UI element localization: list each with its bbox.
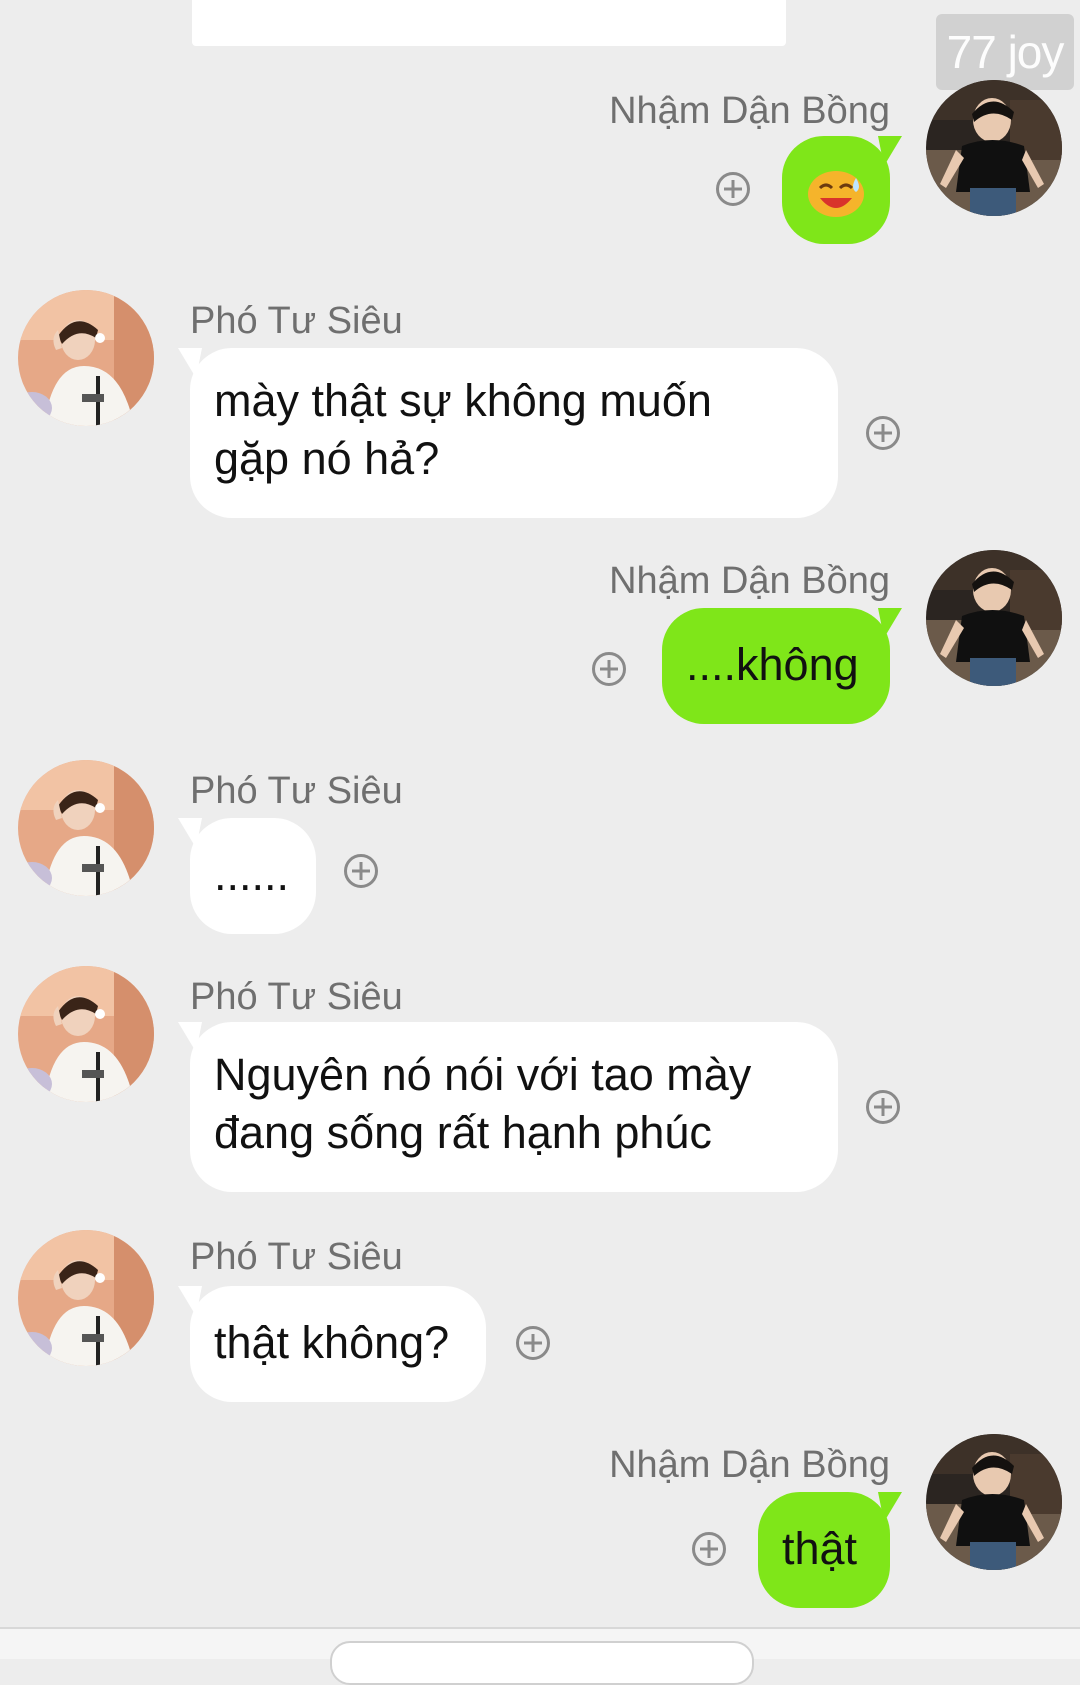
avatar-me[interactable] xyxy=(926,1434,1062,1570)
react-plus-icon[interactable] xyxy=(592,652,626,686)
message-line: ....không xyxy=(686,639,859,690)
sender-name: Phó Tư Siêu xyxy=(190,300,403,342)
message-bubble[interactable] xyxy=(782,136,902,244)
message-row: Nhậm Dận Bồng ....không xyxy=(0,550,1080,724)
message-line: gặp nó hả? xyxy=(214,433,440,484)
message-row: Phó Tư Siêu mày thật sự không muốn gặp n… xyxy=(0,290,1080,520)
message-line: thật không? xyxy=(214,1317,450,1368)
message-bubble[interactable]: thật xyxy=(758,1492,902,1608)
react-plus-icon[interactable] xyxy=(344,854,378,888)
message-row: Phó Tư Siêu Nguyên nó nói với tao mày đa… xyxy=(0,966,1080,1196)
message-bubble[interactable]: ....không xyxy=(662,608,902,724)
message-line: đang sống rất hạnh phúc xyxy=(214,1107,712,1158)
message-line: Nguyên nó nói với tao mày xyxy=(214,1049,752,1100)
message-row: Nhậm Dận Bồng xyxy=(0,80,1080,250)
bubble-tail xyxy=(878,136,902,166)
message-row: Phó Tư Siêu ...... xyxy=(0,760,1080,940)
sender-name: Nhậm Dận Bồng xyxy=(609,90,890,132)
message-row: Phó Tư Siêu thật không? xyxy=(0,1230,1080,1410)
react-plus-icon[interactable] xyxy=(692,1532,726,1566)
bubble-tail xyxy=(178,818,202,848)
sender-name: Nhậm Dận Bồng xyxy=(609,560,890,602)
bubble-tail xyxy=(178,1286,202,1316)
sender-name: Phó Tư Siêu xyxy=(190,1236,403,1278)
input-bar xyxy=(0,1627,1080,1685)
message-bubble[interactable]: thật không? xyxy=(178,1286,486,1402)
bubble-tail xyxy=(878,608,902,638)
bubble-tail xyxy=(178,1022,202,1052)
previous-message-card xyxy=(192,0,786,46)
avatar-other[interactable] xyxy=(18,1230,154,1366)
avatar-other[interactable] xyxy=(18,290,154,426)
message-bubble[interactable]: Nguyên nó nói với tao mày đang sống rất … xyxy=(178,1022,838,1192)
sender-name: Phó Tư Siêu xyxy=(190,770,403,812)
avatar-me[interactable] xyxy=(926,80,1062,216)
avatar-me[interactable] xyxy=(926,550,1062,686)
watermark: 77 joy xyxy=(936,14,1074,90)
bubble-tail xyxy=(178,348,202,378)
message-bubble[interactable]: ...... xyxy=(178,818,316,934)
sender-name: Phó Tư Siêu xyxy=(190,976,403,1018)
message-line: thật xyxy=(782,1523,858,1574)
message-row: Nhậm Dận Bồng thật xyxy=(0,1434,1080,1614)
react-plus-icon[interactable] xyxy=(866,416,900,450)
react-plus-icon[interactable] xyxy=(866,1090,900,1124)
bubble-tail xyxy=(878,1492,902,1522)
message-bubble[interactable]: mày thật sự không muốn gặp nó hả? xyxy=(178,348,838,518)
sender-name: Nhậm Dận Bồng xyxy=(609,1444,890,1486)
react-plus-icon[interactable] xyxy=(516,1326,550,1360)
grinning-sweat-emoji-icon xyxy=(808,171,864,217)
avatar-other[interactable] xyxy=(18,760,154,896)
message-input[interactable] xyxy=(330,1641,754,1685)
react-plus-icon[interactable] xyxy=(716,172,750,206)
avatar-other[interactable] xyxy=(18,966,154,1102)
message-line: mày thật sự không muốn xyxy=(214,375,712,426)
message-line: ...... xyxy=(214,849,290,900)
